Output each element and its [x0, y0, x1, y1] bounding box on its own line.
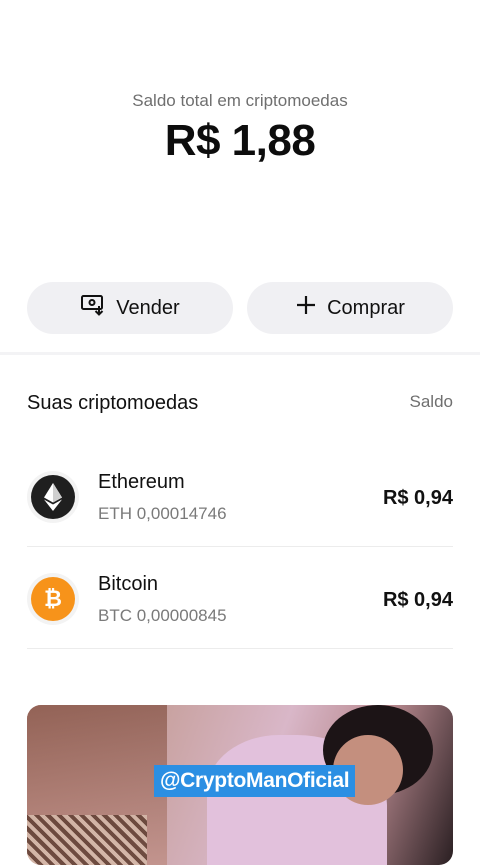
ethereum-icon	[27, 471, 79, 523]
sell-button[interactable]: Vender	[27, 282, 233, 334]
sell-icon	[80, 294, 106, 322]
total-balance: R$ 1,88	[164, 116, 316, 165]
section-divider	[0, 352, 480, 355]
coin-row-bitcoin[interactable]: ₿ Bitcoin BTC 0,00000845 R$ 0,94	[0, 549, 480, 649]
section-title: Suas criptomoedas	[27, 392, 199, 414]
banner-shape	[27, 815, 147, 865]
watermark-label: @CryptoManOficial	[154, 765, 356, 797]
buy-label: Comprar	[327, 296, 405, 319]
row-divider	[27, 546, 453, 547]
balance-label: Saldo total em criptomoedas	[132, 91, 348, 110]
balance-column-label: Saldo	[409, 392, 453, 411]
coin-name: Ethereum	[98, 471, 185, 493]
bitcoin-icon: ₿	[27, 573, 79, 625]
plus-icon	[295, 294, 317, 322]
coin-balance: R$ 0,94	[382, 589, 453, 611]
sell-label: Vender	[116, 296, 180, 319]
coin-amount: ETH 0,00014746	[98, 504, 227, 523]
coin-amount: BTC 0,00000845	[98, 606, 227, 625]
row-divider	[27, 648, 453, 649]
coin-row-ethereum[interactable]: Ethereum ETH 0,00014746 R$ 0,94	[0, 447, 480, 547]
coin-name: Bitcoin	[98, 573, 159, 595]
coin-balance: R$ 0,94	[382, 487, 453, 509]
buy-button[interactable]: Comprar	[247, 282, 453, 334]
